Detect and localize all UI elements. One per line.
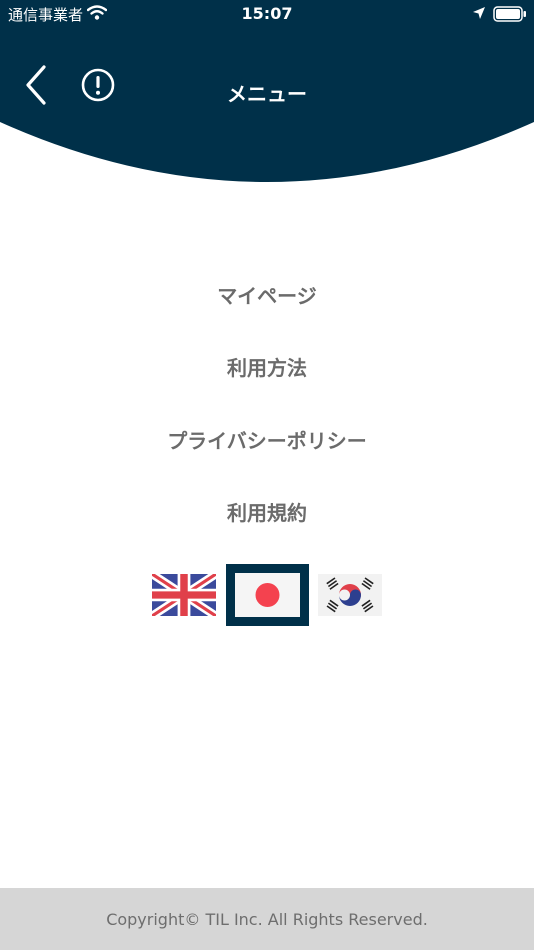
location-arrow-icon xyxy=(473,7,485,19)
clock: 15:07 xyxy=(241,4,293,23)
menu-item-how-to-use[interactable]: 利用方法 xyxy=(0,331,534,404)
header: 通信事業者 15:07 メニュー xyxy=(0,0,534,182)
menu-item-terms-of-use[interactable]: 利用規約 xyxy=(0,476,534,549)
page-title: メニュー xyxy=(227,82,307,106)
footer: Copyright© TIL Inc. All Rights Reserved. xyxy=(0,888,534,950)
menu-item-privacy-policy[interactable]: プライバシーポリシー xyxy=(0,403,534,476)
language-option-english[interactable] xyxy=(149,570,219,620)
japan-flag-icon xyxy=(235,573,300,617)
status-bar: 通信事業者 15:07 xyxy=(0,0,534,28)
menu-list: マイページ 利用方法 プライバシーポリシー 利用規約 xyxy=(0,258,534,548)
language-selector xyxy=(0,564,534,628)
language-option-japanese[interactable] xyxy=(226,564,309,626)
battery-icon xyxy=(493,6,526,22)
korea-flag-icon xyxy=(318,574,382,616)
menu-item-mypage[interactable]: マイページ xyxy=(0,258,534,331)
language-option-korean[interactable] xyxy=(318,574,382,616)
uk-flag-icon xyxy=(149,570,219,620)
copyright-text: Copyright© TIL Inc. All Rights Reserved. xyxy=(106,909,428,929)
